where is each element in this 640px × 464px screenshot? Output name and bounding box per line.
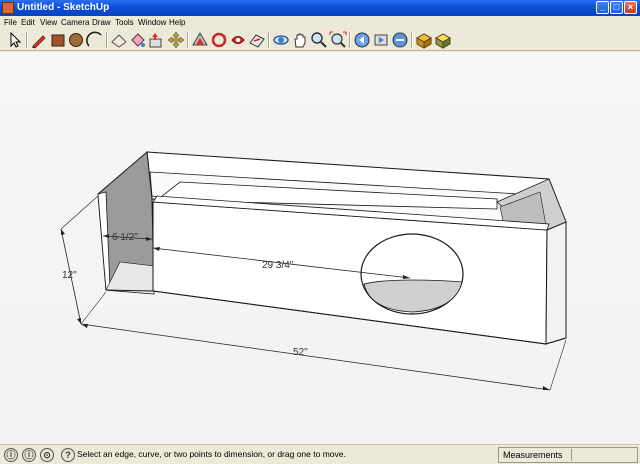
measurements-input[interactable]	[571, 449, 635, 461]
menu-edit[interactable]: Edit	[21, 17, 35, 28]
push-pull-icon[interactable]	[148, 31, 166, 49]
menu-draw[interactable]: Draw	[92, 17, 111, 28]
window-title: Untitled - SketchUp	[17, 2, 110, 13]
menu-bar: File Edit View Camera Draw Tools Window …	[0, 16, 640, 29]
toolbar-separator	[411, 32, 413, 48]
offset-arrows-icon[interactable]	[248, 31, 266, 49]
dimension-height-label[interactable]: 12"	[62, 270, 77, 282]
sketchup-app-icon[interactable]	[2, 2, 14, 14]
select-icon[interactable]	[6, 31, 24, 49]
toolbar-separator	[26, 32, 28, 48]
offset-icon[interactable]	[229, 31, 247, 49]
geo-location-icon[interactable]: ⓘ	[4, 448, 18, 462]
move-icon[interactable]	[167, 31, 185, 49]
credits-icon[interactable]: ⓘ	[22, 448, 36, 462]
toolbar-separator	[106, 32, 108, 48]
orbit-icon[interactable]	[272, 31, 290, 49]
measurements-box: Measurements	[498, 447, 638, 463]
status-hint: Select an edge, curve, or two points to …	[77, 449, 346, 459]
model-viewport[interactable]: 6 1/2" 29 3/4" 12" 52"	[0, 52, 640, 444]
user-icon[interactable]: ⊙	[40, 448, 54, 462]
circle-icon[interactable]	[67, 31, 85, 49]
components-icon[interactable]	[415, 31, 433, 49]
eraser-icon[interactable]	[110, 31, 128, 49]
menu-view[interactable]: View	[40, 17, 57, 28]
toolbar-separator	[349, 32, 351, 48]
pencil-line-icon[interactable]	[30, 31, 48, 49]
title-bar[interactable]: Untitled - SketchUp _ □ ×	[0, 0, 640, 16]
rectangle-icon[interactable]	[49, 31, 67, 49]
dimension-inner-length-label[interactable]: 29 3/4"	[262, 260, 293, 272]
menu-file[interactable]: File	[4, 17, 17, 28]
pan-icon[interactable]	[291, 31, 309, 49]
arc-icon[interactable]	[86, 31, 104, 49]
measurements-label: Measurements	[503, 450, 563, 460]
toolbar-separator	[187, 32, 189, 48]
previous-view-icon[interactable]	[353, 31, 371, 49]
sketchup-window: Untitled - SketchUp _ □ × File Edit View…	[0, 0, 640, 464]
menu-help[interactable]: Help	[169, 17, 185, 28]
menu-tools[interactable]: Tools	[115, 17, 134, 28]
menu-camera[interactable]: Camera	[61, 17, 89, 28]
materials-icon[interactable]	[434, 31, 452, 49]
dimension-length-label[interactable]: 52"	[293, 347, 308, 359]
next-view-icon[interactable]	[372, 31, 390, 49]
minimize-icon[interactable]: _	[596, 1, 609, 14]
paint-bucket-icon[interactable]	[129, 31, 147, 49]
follow-me-icon[interactable]	[210, 31, 228, 49]
menu-window[interactable]: Window	[138, 17, 166, 28]
subwoofer-box-model	[60, 151, 567, 391]
zoom-extents-icon[interactable]	[329, 31, 347, 49]
dimension-depth-label[interactable]: 6 1/2"	[112, 232, 138, 244]
main-toolbar	[0, 29, 640, 51]
status-bar: ⓘ ⓘ ⊙ ? Select an edge, curve, or two po…	[0, 444, 640, 464]
help-icon[interactable]: ?	[61, 448, 75, 462]
rotate-icon[interactable]	[191, 31, 209, 49]
zoom-icon[interactable]	[310, 31, 328, 49]
toolbar-separator	[268, 32, 270, 48]
close-icon[interactable]: ×	[624, 1, 637, 14]
top-view-icon[interactable]	[391, 31, 409, 49]
maximize-icon[interactable]: □	[610, 1, 623, 14]
